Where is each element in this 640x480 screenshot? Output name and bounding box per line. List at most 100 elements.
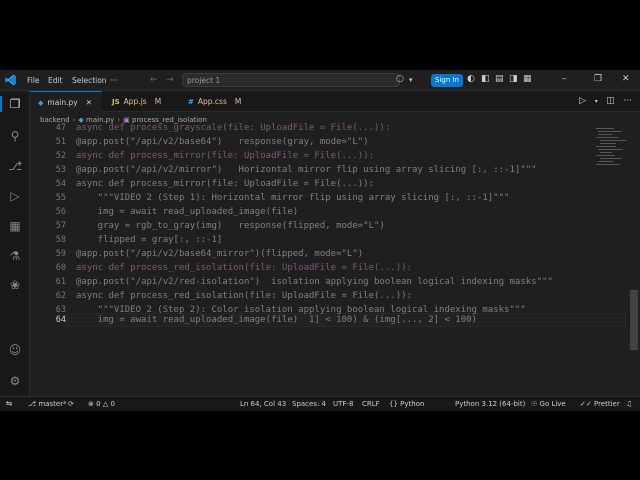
code-line: gray = rgb_to_gray(img) response(flipped… [76,221,385,231]
prettier-label: Prettier [593,400,620,408]
code-line: @app.post("/api/v2/base64") response(gra… [76,137,369,147]
tab-app-js[interactable]: JS App.js M [104,91,174,112]
code-line: async def process_red_isolation(file: Up… [76,291,412,301]
editor-tab-bar: ◆ main.py ✕ JS App.js M # App.css M ▷ ▾ ◫ ··· [30,91,640,112]
sync-icon[interactable]: ⟳ [68,400,74,408]
branch-status[interactable]: ⎇ master* [28,400,67,408]
eol-status[interactable]: CRLF [362,400,380,408]
accounts-icon[interactable]: ◐ [467,74,475,84]
line-number: 59 [55,249,66,259]
extensions-icon[interactable]: ▦ [7,218,23,234]
line-number: 52 [55,151,66,161]
menu-selection[interactable]: Selection [72,76,107,85]
code-line: img = await read_uploaded_image(file) [76,207,299,217]
toggle-sidebar-icon[interactable]: ◧ [481,74,490,84]
line-number: 60 [55,263,66,273]
code-line: @app.post("/api/v2/red-isolation") isola… [76,277,553,287]
notifications-bell-icon[interactable]: ♫ [626,400,632,408]
menu-edit[interactable]: Edit [48,76,63,85]
account-icon[interactable]: ☺ [7,342,23,358]
language-status[interactable]: {} Python [389,400,424,408]
cursor-position[interactable]: Ln 64, Col 43 [240,400,286,408]
tab-label: App.css [197,97,227,106]
problems-status[interactable]: ⊗ 0 △ 0 [88,400,115,408]
line-number: 57 [55,221,66,231]
code-line: async def process_mirror(file: UploadFil… [76,179,375,189]
python-icon[interactable]: ❀ [7,277,23,293]
search-icon[interactable]: ⚲ [7,128,23,144]
explorer-icon[interactable]: ❐ [7,96,23,112]
error-count: 0 [96,400,101,408]
line-number: 47 [55,123,66,133]
code-line: flipped = gray[:, ::-1] [76,235,223,245]
branch-name: master* [38,400,67,408]
code-line: @app.post("/api/v2/mirror") Horizontal m… [76,165,537,175]
code-line: """VIDEO 2 (Step 1): Horizontal mirror f… [76,193,510,203]
vertical-scrollbar[interactable] [630,290,638,350]
toggle-panel-icon[interactable]: ▤ [495,74,504,84]
restore-icon[interactable]: ❐ [594,74,602,84]
tab-main-py[interactable]: ◆ main.py ✕ [30,91,102,112]
line-number: 55 [55,193,66,203]
copilot-dropdown-icon[interactable]: ▾ [409,76,413,84]
sign-in-button[interactable]: Sign In [431,74,463,87]
line-number: 51 [55,137,66,147]
warning-icon: △ [102,400,109,408]
toggle-secondary-sidebar-icon[interactable]: ◨ [509,74,518,84]
line-number: 53 [55,165,66,175]
run-python-icon[interactable]: ▷ [579,96,586,106]
customize-layout-icon[interactable]: ▦ [523,74,532,84]
go-live-button[interactable]: ☉ Go Live [531,400,566,408]
code-line: async def process_mirror(file: UploadFil… [76,151,375,161]
copilot-icon[interactable]: ○ [396,74,404,84]
active-indicator [0,96,2,112]
back-arrow-icon[interactable]: ← [150,75,158,85]
code-line: async def process_grayscale(file: Upload… [76,123,391,133]
menu-more[interactable]: ··· [110,76,117,85]
tab-label: App.js [123,97,147,106]
line-number: 63 [55,305,66,315]
code-line: async def process_red_isolation(file: Up… [76,263,412,273]
minimize-icon[interactable]: – [562,74,567,84]
js-file-icon: JS [112,98,120,106]
indentation-status[interactable]: Spaces: 4 [292,400,326,408]
line-number: 62 [55,291,66,301]
language-label: Python [400,400,425,408]
line-number: 61 [55,277,66,287]
minimap[interactable] [596,126,626,206]
run-debug-icon[interactable]: ▷ [7,188,23,204]
vscode-logo-icon [5,74,16,86]
interpreter-status[interactable]: Python 3.12 (64-bit) [455,400,525,408]
source-control-icon[interactable]: ⎇ [7,158,23,174]
close-tab-icon[interactable]: ✕ [86,98,92,107]
python-file-icon: ◆ [38,99,44,107]
remote-icon[interactable]: ⇋ [0,397,18,411]
search-placeholder: project 1 [187,76,221,85]
branch-icon: ⎇ [28,400,37,408]
error-icon: ⊗ [88,400,94,408]
menu-file[interactable]: File [27,76,40,85]
tab-app-css[interactable]: # App.css M [180,91,260,112]
command-center-search[interactable]: project 1 [182,73,400,87]
split-editor-icon[interactable]: ◫ [606,96,615,106]
line-number: 58 [55,235,66,245]
testing-icon[interactable]: ⚗ [7,248,23,264]
warning-count: 0 [110,400,115,408]
double-check-icon: ✓✓ [580,400,592,408]
status-bar: ⇋ ⎇ master* ⟳ ⊗ 0 △ 0 Ln 64, Col 43 Spac… [0,396,640,411]
close-window-icon[interactable]: ✕ [622,74,630,84]
settings-gear-icon[interactable]: ⚙ [7,373,23,389]
prettier-status[interactable]: ✓✓ Prettier [580,400,620,408]
title-bar: File Edit Selection ··· ← → project 1 ○ … [0,70,640,91]
go-live-label: Go Live [539,400,566,408]
code-line: @app.post("/api/v2/base64_mirror")(flipp… [76,249,364,259]
vscode-window: File Edit Selection ··· ← → project 1 ○ … [0,70,640,411]
editor-actions: ▷ ▾ ◫ ··· [579,96,632,106]
forward-arrow-icon[interactable]: → [166,75,174,85]
more-actions-icon[interactable]: ··· [623,96,632,106]
run-dropdown-icon[interactable]: ▾ [595,98,598,105]
code-editor[interactable]: 47 51 52 53 54 55 56 57 58 59 60 61 62 6… [30,123,630,396]
activity-bar: ❐ ⚲ ⎇ ▷ ▦ ⚗ ❀ ☺ ⚙ [0,91,30,396]
encoding-status[interactable]: UTF-8 [333,400,353,408]
line-number: 64 [55,315,66,325]
